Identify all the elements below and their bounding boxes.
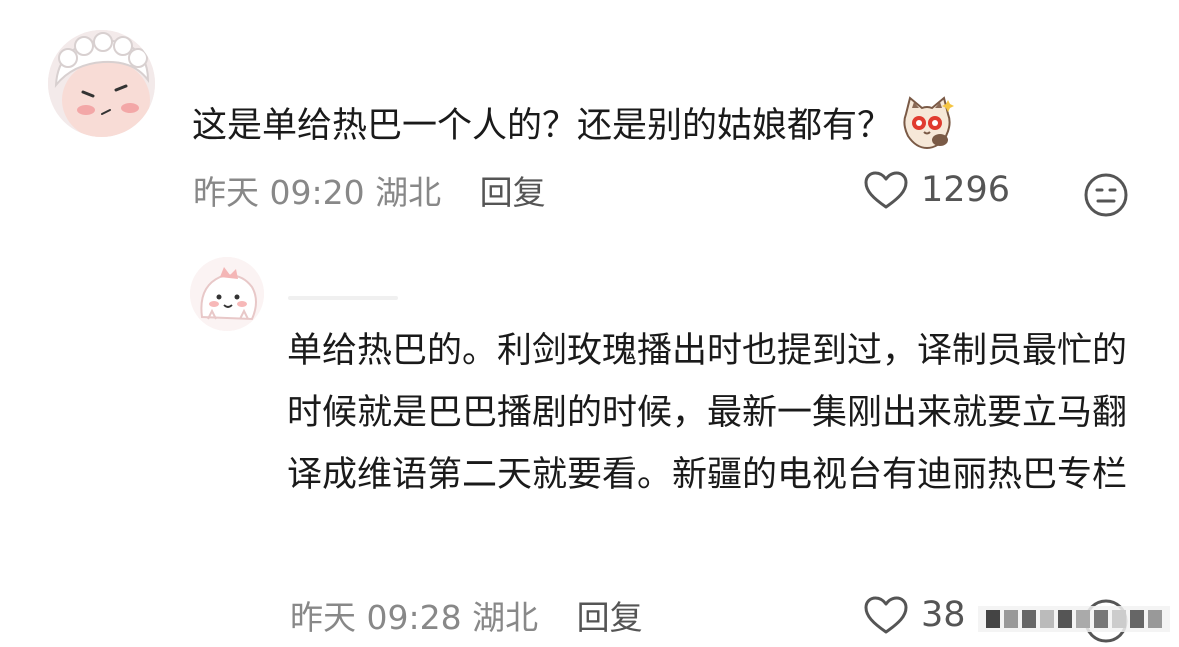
comment-meta: 昨天 09:20 湖北 回复 (193, 171, 546, 215)
reply-location: 湖北 (472, 598, 539, 637)
reply-reply-button[interactable]: 回复 (577, 598, 643, 637)
heart-icon (864, 596, 908, 634)
reply-avatar[interactable] (190, 257, 264, 331)
comment-body: 这是单给热巴一个人的？还是别的姑娘都有？ (192, 106, 893, 146)
watermark (978, 604, 1170, 634)
reply-text: 单给热巴的。利剑玫瑰播出时也提到过，译制员最忙的时候就是巴巴播剧的时候，最新一集… (287, 331, 1128, 495)
reply-button[interactable]: 回复 (480, 173, 546, 212)
like-button[interactable]: 1296 (863, 170, 1010, 210)
comment-text: 这是单给热巴一个人的？还是别的姑娘都有？ (192, 95, 1092, 157)
comment-thread: 这是单给热巴一个人的？还是别的姑娘都有？ 昨天 09:20 湖北 回复 1296 (0, 0, 1179, 647)
avatar[interactable] (48, 30, 155, 137)
dislike-face-icon[interactable] (1083, 172, 1129, 222)
reply-time: 昨天 09:28 (290, 598, 462, 637)
cat-sticker-icon (900, 96, 955, 150)
like-count: 1296 (921, 170, 1011, 210)
comment-location: 湖北 (375, 173, 442, 212)
heart-icon (864, 171, 908, 209)
reply-meta: 昨天 09:28 湖北 回复 (290, 596, 643, 640)
reply-username[interactable] (288, 296, 398, 300)
comment-time: 昨天 09:20 (193, 173, 365, 212)
reply-like-count: 38 (921, 595, 966, 635)
reply-like-button[interactable]: 38 (863, 595, 966, 635)
